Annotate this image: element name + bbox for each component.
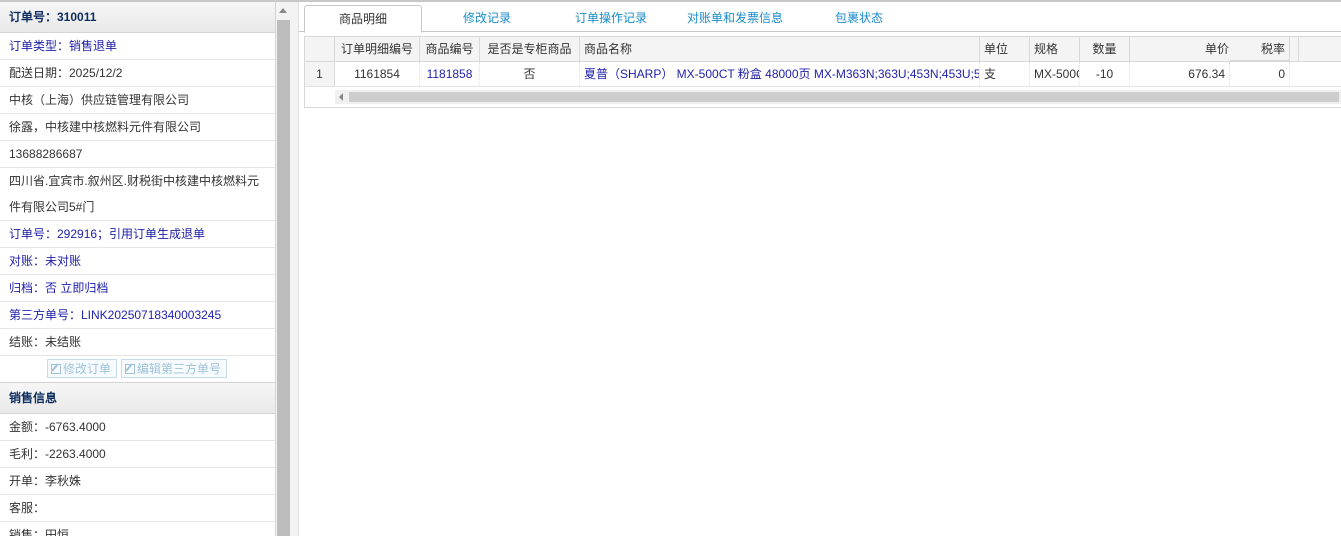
collapse-arrow-icon[interactable] [279,8,287,13]
supplier-name: 中核（上海）供应链管理有限公司 [0,87,275,114]
gross-profit: 毛利：-2263.4000 [0,441,275,468]
contact-info: 徐露，中核建中核燃料元件有限公司 [0,114,275,141]
cell-product-name[interactable]: 夏普（SHARP） MX-500CT 粉盒 48000页 MX-M363N;36… [580,62,980,86]
tab-edit-history[interactable]: 修改记录 [427,5,547,31]
cell-quantity: -10 [1080,62,1130,86]
tab-package-status[interactable]: 包裹状态 [809,5,909,31]
tab-operation-log[interactable]: 订单操作记录 [555,5,667,31]
edit-order-button[interactable]: 修改订单 [47,359,117,378]
tab-statement-invoice[interactable]: 对账单和发票信息 [675,5,795,31]
row-index: 1 [305,62,335,86]
third-party-number: 第三方单号：LINK20250718340003245 [0,302,275,329]
table-row[interactable]: 1 1161854 1181858 否 夏普（SHARP） MX-500CT 粉… [305,62,1341,87]
reference-order[interactable]: 订单号：292916；引用订单生成退单 [0,221,275,248]
detail-panel: 商品明细 修改记录 订单操作记录 对账单和发票信息 包裹状态 订单明细编号 商品… [299,2,1341,536]
cell-product-id[interactable]: 1181858 [420,62,480,86]
reconcile-status: 对账：未对账 [0,248,275,275]
cell-tax: 0 [1230,62,1290,86]
salesperson: 销售：田恒 [0,522,275,536]
cell-unit: 支 [980,62,1030,86]
scroll-left-icon[interactable] [339,93,343,101]
order-info-panel: 订单号：310011 订单类型：销售退单 配送日期：2025/12/2 中核（上… [0,2,276,536]
archive-status[interactable]: 归档：否 立即归档 [0,275,275,302]
col-is-counter[interactable]: 是否是专柜商品 [480,37,580,61]
col-unit[interactable]: 单位 [980,37,1030,61]
cell-detail-id: 1161854 [335,62,420,86]
edit-third-party-button[interactable]: 编辑第三方单号 [121,359,227,378]
edit-icon [125,364,135,374]
tab-bar: 商品明细 修改记录 订单操作记录 对账单和发票信息 包裹状态 [299,2,1341,33]
panel-splitter[interactable] [276,2,299,536]
col-tax[interactable]: 税率 [1230,37,1290,61]
cell-spec: MX-500CT [1030,62,1080,86]
cell-price: 676.34 [1130,62,1230,86]
scrollbar-thumb[interactable] [349,92,1339,102]
tab-product-detail[interactable]: 商品明细 [304,5,422,33]
col-product-name[interactable]: 商品名称 [580,37,980,61]
delivery-address: 四川省.宜宾市.叙州区.财税街中核建中核燃料元件有限公司5#门 [0,168,275,221]
issuer: 开单：李秋姝 [0,468,275,495]
vertical-scrollbar[interactable] [277,20,290,536]
col-product-id[interactable]: 商品编号 [420,37,480,61]
edit-icon [51,364,61,374]
order-actions: 修改订单 编辑第三方单号 [0,356,275,383]
product-grid: 订单明细编号 商品编号 是否是专柜商品 商品名称 单位 规格 数量 单价 税率 … [304,36,1341,108]
col-detail-id[interactable]: 订单明细编号 [335,37,420,61]
row-number-header [305,37,335,61]
order-type: 订单类型：销售退单 [0,33,275,60]
cell-is-counter: 否 [480,62,580,86]
sales-amount: 金额：-6763.4000 [0,414,275,441]
order-number-header: 订单号：310011 [0,2,275,33]
horizontal-scrollbar[interactable] [335,90,1341,104]
sales-info-header: 销售信息 [0,383,275,414]
settle-status: 结账：未结账 [0,329,275,356]
customer-service: 客服： [0,495,275,522]
phone-number: 13688286687 [0,141,275,168]
delivery-date: 配送日期：2025/12/2 [0,60,275,87]
col-spec[interactable]: 规格 [1030,37,1080,61]
col-quantity[interactable]: 数量 [1080,37,1130,61]
